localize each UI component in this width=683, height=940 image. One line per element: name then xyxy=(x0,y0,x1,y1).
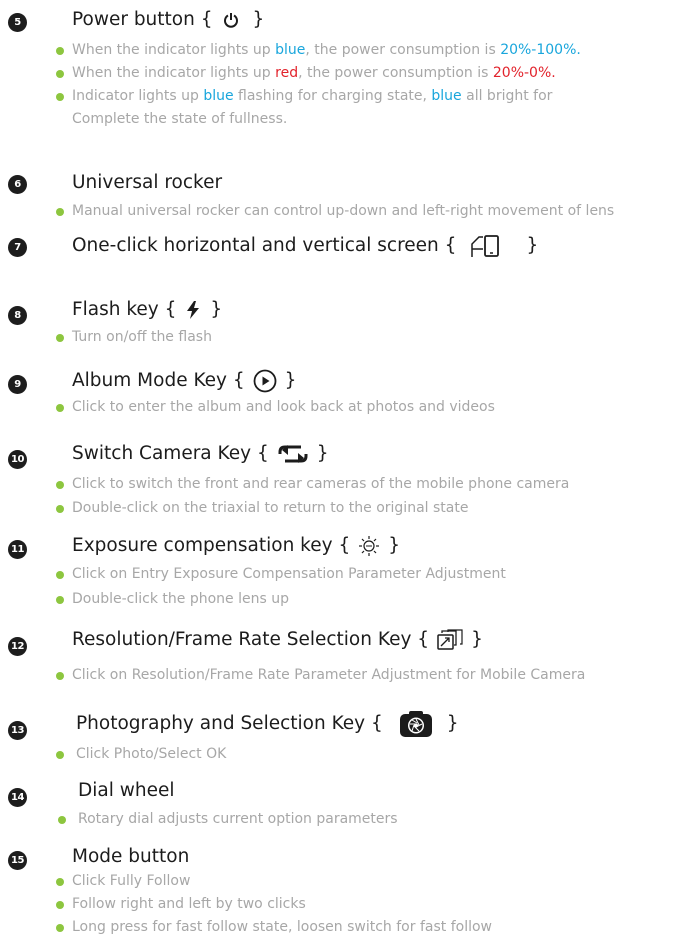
switch-arrows-icon xyxy=(277,445,309,463)
bullet-dot xyxy=(56,481,64,489)
brace-open: { xyxy=(371,713,383,734)
section-title-text: Photography and Selection Key xyxy=(76,713,366,734)
exposure-icon xyxy=(358,535,380,557)
section-title: One-click horizontal and vertical screen… xyxy=(72,234,538,258)
brace-close: } xyxy=(388,535,401,556)
flash-icon xyxy=(186,301,200,319)
brace-close: } xyxy=(284,370,297,391)
step-number-badge: 11 xyxy=(8,540,27,559)
brace-close: } xyxy=(252,9,265,30)
section-title-text: Exposure compensation key xyxy=(72,535,333,556)
bullet-dot xyxy=(56,751,64,759)
bullet-dot xyxy=(56,208,64,216)
bullet-text: Long press for fast follow state, loosen… xyxy=(72,919,492,935)
brace-open: { xyxy=(417,629,430,650)
bullet-dot xyxy=(56,404,64,412)
resolution-icon xyxy=(437,629,463,651)
section-title: Switch Camera Key { } xyxy=(72,442,329,466)
bullet-text: Complete the state of fullness. xyxy=(72,111,288,127)
brace-open: { xyxy=(338,535,351,556)
bullet-dot xyxy=(56,596,64,604)
bullet-text: Indicator lights up blue flashing for ch… xyxy=(72,88,553,104)
section-title-text: Resolution/Frame Rate Selection Key xyxy=(72,629,412,650)
screen-rotate-icon xyxy=(470,234,504,258)
bullet-text: Click on Entry Exposure Compensation Par… xyxy=(72,566,506,582)
bullet-text: Manual universal rocker can control up-d… xyxy=(72,203,615,219)
section-title: Exposure compensation key { } xyxy=(72,534,400,558)
brace-close: } xyxy=(446,713,459,734)
bullet-text: Click on Resolution/Frame Rate Parameter… xyxy=(72,667,586,683)
brace-close: } xyxy=(316,443,329,464)
step-number-badge: 13 xyxy=(8,721,27,740)
section-title: Mode button xyxy=(72,846,190,867)
bullet-dot xyxy=(56,672,64,680)
section-title-text: Switch Camera Key xyxy=(72,443,252,464)
brace-close: } xyxy=(471,629,483,650)
bullet-dot xyxy=(56,505,64,513)
bullet-dot xyxy=(56,70,64,78)
step-number-badge: 14 xyxy=(8,788,27,807)
bullet-text: Click Fully Follow xyxy=(72,873,191,889)
bullet-text: Click to enter the album and look back a… xyxy=(72,399,495,415)
bullet-dot xyxy=(56,901,64,909)
section-title: Album Mode Key { } xyxy=(72,369,296,393)
bullet-text: When the indicator lights up red, the po… xyxy=(72,65,556,81)
section-title: Power button { } xyxy=(72,8,264,32)
bullet-text: Double-click on the triaxial to return t… xyxy=(72,500,469,516)
brace-close: } xyxy=(526,235,539,256)
step-number-badge: 15 xyxy=(8,851,27,870)
section-title: Photography and Selection Key { } xyxy=(76,710,459,738)
bullet-text: Double-click the phone lens up xyxy=(72,591,289,607)
bullet-dot xyxy=(58,816,66,824)
section-title-text: Power button xyxy=(72,9,195,30)
step-number-badge: 9 xyxy=(8,375,27,394)
section-title-text: Album Mode Key xyxy=(72,370,227,391)
section-title: Flash key { } xyxy=(72,298,222,322)
bullet-text: Rotary dial adjusts current option param… xyxy=(78,811,398,827)
power-icon xyxy=(223,12,239,28)
brace-open: { xyxy=(164,299,177,320)
bullet-dot xyxy=(56,334,64,342)
bullet-text: Click to switch the front and rear camer… xyxy=(72,476,570,492)
brace-open: { xyxy=(200,9,213,30)
step-number-badge: 12 xyxy=(8,637,27,656)
step-number-badge: 7 xyxy=(8,238,27,257)
step-number-badge: 8 xyxy=(8,306,27,325)
bullet-text: Click Photo/Select OK xyxy=(76,746,227,762)
section-title-text: Flash key xyxy=(72,299,159,320)
play-circle-icon xyxy=(253,369,277,393)
bullet-dot xyxy=(56,878,64,886)
bullet-text: Turn on/off the flash xyxy=(72,329,212,345)
section-title: Resolution/Frame Rate Selection Key { } xyxy=(72,628,483,652)
section-title: Dial wheel xyxy=(78,780,175,801)
brace-open: { xyxy=(232,370,245,391)
bullet-text: Follow right and left by two clicks xyxy=(72,896,306,912)
bullet-dot xyxy=(56,93,64,101)
section-title: Universal rocker xyxy=(72,172,223,193)
bullet-dot xyxy=(56,47,64,55)
brace-close: } xyxy=(210,299,223,320)
step-number-badge: 6 xyxy=(8,175,27,194)
brace-open: { xyxy=(444,235,457,256)
step-number-badge: 5 xyxy=(8,13,27,32)
step-number-badge: 10 xyxy=(8,450,27,469)
camera-aperture-icon xyxy=(399,710,433,738)
bullet-dot xyxy=(56,571,64,579)
bullet-text: When the indicator lights up blue, the p… xyxy=(72,42,581,58)
section-title-text: One-click horizontal and vertical screen xyxy=(72,235,439,256)
bullet-dot xyxy=(56,924,64,932)
brace-open: { xyxy=(256,443,269,464)
